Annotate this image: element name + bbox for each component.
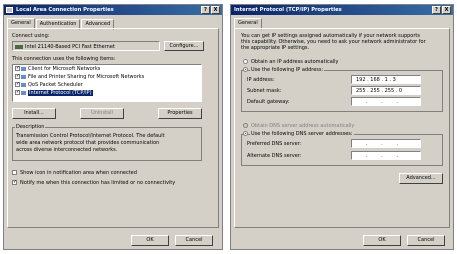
window-title: Local Area Connection Properties	[16, 7, 114, 13]
configure-button[interactable]: Configure...	[164, 41, 204, 51]
general-panel: Connect using: Intel 21140-Based PCI Fas…	[7, 28, 219, 228]
obtain-dns-auto-radio[interactable]	[243, 123, 248, 128]
network-icon	[6, 7, 13, 13]
client-icon	[21, 66, 26, 71]
description-line: wide area network protocol that provides…	[16, 140, 160, 146]
tcpip-checkbox[interactable]: ✓	[15, 90, 20, 95]
default-gateway-field[interactable]: . . .	[351, 97, 421, 106]
default-gateway-label: Default gateway:	[247, 99, 290, 105]
cancel-button[interactable]: Cancel	[175, 235, 213, 246]
lan-properties-window: Local Area Connection Properties ? X Gen…	[3, 4, 223, 250]
notify-checkbox[interactable]: ✓	[12, 180, 17, 185]
obtain-dns-auto-label: Obtain DNS server address automatically	[251, 123, 355, 129]
network-card-icon	[15, 44, 23, 49]
general-panel: You can get IP settings assigned automat…	[234, 28, 450, 228]
list-item[interactable]: File and Printer Sharing for Microsoft N…	[28, 74, 144, 80]
list-item-selected[interactable]: Internet Protocol (TCP/IP)	[28, 90, 93, 96]
connect-using-label: Connect using:	[12, 33, 50, 39]
adapter-name: Intel 21140-Based PCI Fast Ethernet	[25, 44, 115, 50]
preferred-dns-value: . . .	[366, 141, 404, 147]
close-button[interactable]: X	[211, 6, 220, 14]
help-button[interactable]: ?	[432, 6, 441, 14]
adapter-field: Intel 21140-Based PCI Fast Ethernet	[12, 41, 160, 51]
ip-address-value: 192 . 168 . 1 . 3	[356, 77, 396, 83]
description-line: Transmission Control Protocol/Internet P…	[16, 133, 165, 139]
use-dns-radio[interactable]	[243, 131, 248, 136]
subnet-mask-label: Subnet mask:	[247, 88, 282, 94]
list-item[interactable]: QoS Packet Scheduler	[28, 82, 83, 88]
tcpip-properties-window: Internet Protocol (TCP/IP) Properties ? …	[230, 4, 454, 250]
description-line: across diverse interconnected networks.	[16, 147, 118, 153]
description-label: Description	[15, 124, 46, 130]
help-button[interactable]: ?	[201, 6, 210, 14]
ip-address-field[interactable]: 192 . 168 . 1 . 3	[351, 75, 421, 84]
protocol-icon	[21, 90, 26, 95]
notify-label: Notify me when this connection has limit…	[20, 180, 176, 186]
preferred-dns-label: Preferred DNS server:	[247, 141, 302, 147]
default-gateway-value: . . .	[366, 99, 404, 105]
show-icon-checkbox[interactable]	[12, 170, 17, 175]
alternate-dns-label: Alternate DNS server:	[247, 153, 302, 159]
preferred-dns-field[interactable]: . . .	[351, 139, 421, 148]
use-ip-label: Use the following IP address:	[250, 67, 325, 73]
advanced-button[interactable]: Advanced...	[399, 173, 443, 184]
service-icon	[21, 74, 26, 79]
service-icon	[21, 82, 26, 87]
file-sharing-checkbox[interactable]: ✓	[15, 74, 20, 79]
close-button[interactable]: X	[442, 6, 451, 14]
ok-button[interactable]: OK	[363, 235, 401, 246]
ip-address-label: IP address:	[247, 77, 275, 83]
obtain-ip-auto-radio[interactable]	[243, 59, 248, 64]
alternate-dns-value: . . .	[366, 153, 404, 159]
alternate-dns-field[interactable]: . . .	[351, 151, 421, 160]
ok-button[interactable]: OK	[131, 235, 169, 246]
components-list[interactable]: ✓ Client for Microsoft Networks ✓ File and…	[12, 64, 202, 102]
use-dns-label: Use the following DNS server addresses:	[250, 131, 354, 137]
subnet-mask-value: 255 . 255 . 255 . 0	[356, 88, 403, 94]
title-bar: Internet Protocol (TCP/IP) Properties ? …	[231, 5, 453, 15]
components-label: This connection uses the following items…	[12, 56, 116, 62]
install-button[interactable]: Install...	[12, 108, 56, 119]
list-item[interactable]: Client for Microsoft Networks	[28, 66, 100, 72]
obtain-ip-auto-label: Obtain an IP address automatically	[251, 59, 339, 65]
properties-button[interactable]: Properties	[158, 108, 202, 119]
uninstall-button[interactable]: Uninstall	[80, 108, 124, 119]
title-bar: Local Area Connection Properties ? X	[4, 5, 222, 15]
cancel-button[interactable]: Cancel	[407, 235, 445, 246]
use-ip-radio[interactable]	[243, 67, 248, 72]
qos-checkbox[interactable]: ✓	[15, 82, 20, 87]
client-checkbox[interactable]: ✓	[15, 66, 20, 71]
intro-line: the appropriate IP settings.	[241, 45, 310, 51]
show-icon-label: Show icon in notification area when conn…	[20, 170, 137, 176]
subnet-mask-field[interactable]: 255 . 255 . 255 . 0	[351, 86, 421, 95]
window-title: Internet Protocol (TCP/IP) Properties	[234, 7, 342, 13]
